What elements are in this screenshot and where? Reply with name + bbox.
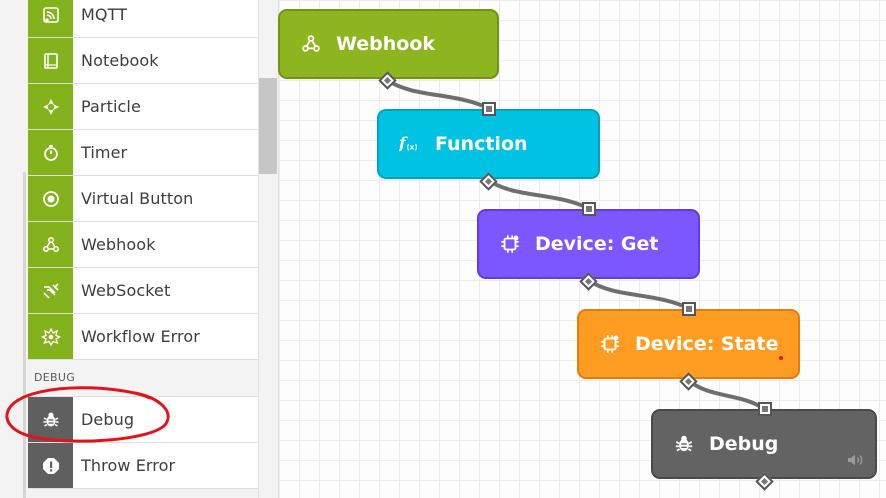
palette-item-debug[interactable]: Debug (28, 397, 258, 443)
debug-section-header: DEBUG (28, 360, 258, 397)
status-indicator-dot (779, 356, 783, 360)
device-chip-icon (597, 331, 623, 357)
webhook-icon (298, 31, 324, 57)
radio-button-icon (28, 176, 73, 221)
particle-icon (28, 84, 73, 129)
palette-item-label: Notebook (81, 51, 159, 70)
bug-icon (28, 397, 73, 442)
gutter-divider (23, 172, 26, 498)
palette-item-label: Throw Error (81, 456, 176, 475)
node-label: Device: State (635, 333, 779, 355)
input-port[interactable] (582, 202, 596, 216)
flow-node-device-state[interactable]: Device: State (577, 302, 800, 391)
flow-node-webhook[interactable]: Webhook (278, 9, 499, 90)
palette-item-label: Timer (81, 143, 128, 162)
bug-icon (671, 431, 697, 457)
connection-webhook-function (385, 78, 489, 110)
node-palette-list: MQTT Notebook Particle Timer Virtual But… (28, 0, 258, 489)
stopwatch-icon (28, 130, 73, 175)
palette-item-label: Webhook (81, 235, 156, 254)
palette-item-websocket[interactable]: WebSocket (28, 268, 258, 314)
input-port[interactable] (482, 102, 496, 116)
flow-node-debug[interactable]: Debug (651, 402, 877, 491)
palette-item-label: MQTT (81, 5, 128, 24)
sidebar-scrollbar-thumb[interactable] (259, 78, 277, 174)
notebook-icon (28, 38, 73, 83)
node-label: Function (435, 133, 528, 155)
connection-device-get-device-state (586, 278, 689, 310)
palette-item-virtual-button[interactable]: Virtual Button (28, 176, 258, 222)
flow-node-function[interactable]: f (x) Function (377, 102, 600, 191)
palette-item-mqtt[interactable]: MQTT (28, 0, 258, 38)
websocket-icon (28, 268, 73, 313)
node-palette-sidebar: MQTT Notebook Particle Timer Virtual But… (0, 0, 278, 498)
sidebar-gutter (0, 0, 28, 498)
function-icon: f (x) (397, 131, 423, 157)
node-label: Webhook (336, 33, 436, 55)
palette-item-particle[interactable]: Particle (28, 84, 258, 130)
palette-item-throw-error[interactable]: Throw Error (28, 443, 258, 489)
flow-node-device-get[interactable]: Device: Get (477, 202, 700, 291)
palette-item-workflow-error[interactable]: Workflow Error (28, 314, 258, 360)
palette-item-label: Workflow Error (81, 327, 200, 346)
workflow-canvas[interactable]: Webhook f (x) Function Device: Get Device… (278, 0, 886, 498)
palette-item-label: Particle (81, 97, 141, 116)
node-label: Device: Get (535, 233, 659, 255)
connection-function-device-get (486, 178, 589, 210)
error-burst-icon (28, 314, 73, 359)
palette-item-notebook[interactable]: Notebook (28, 38, 258, 84)
svg-text:(x): (x) (406, 143, 417, 152)
palette-item-timer[interactable]: Timer (28, 130, 258, 176)
webhook-icon (28, 222, 73, 267)
palette-item-webhook[interactable]: Webhook (28, 222, 258, 268)
connection-device-state-debug (686, 378, 765, 410)
speaker-icon[interactable] (847, 453, 865, 467)
palette-item-label: Virtual Button (81, 189, 194, 208)
input-port[interactable] (682, 302, 696, 316)
input-port[interactable] (758, 402, 772, 416)
exclamation-icon (28, 443, 73, 488)
palette-item-label: Debug (81, 410, 135, 429)
node-label: Debug (709, 433, 779, 455)
device-chip-icon (497, 231, 523, 257)
sidebar-scrollbar-track[interactable] (258, 0, 278, 498)
rss-icon (28, 0, 73, 37)
palette-item-label: WebSocket (81, 281, 171, 300)
